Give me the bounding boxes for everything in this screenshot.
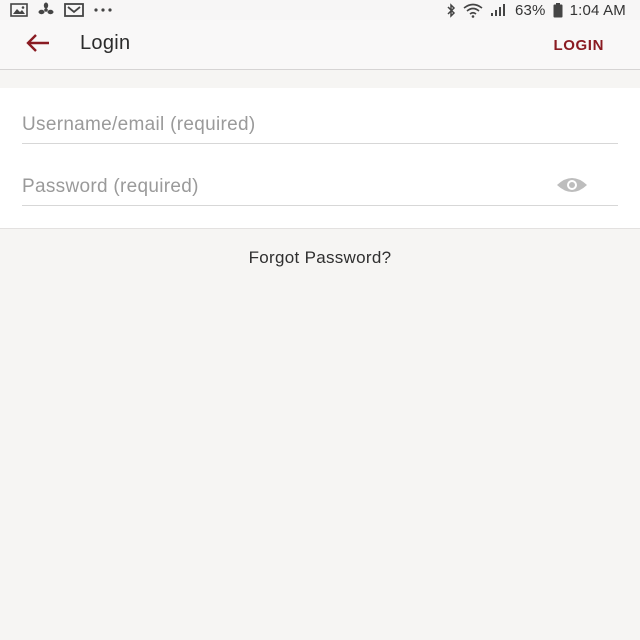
more-dots-icon [93,7,113,13]
page-title: Login [80,32,131,54]
status-time: 1:04 AM [569,1,626,19]
mail-icon [64,3,84,17]
password-field-container [22,170,618,206]
signal-icon [490,3,508,17]
username-field-container [22,108,618,144]
status-bar-right: 63% 1:04 AM [446,2,640,19]
login-form [0,88,640,229]
forgot-password-link[interactable]: Forgot Password? [249,248,392,267]
bluetooth-icon [446,2,456,18]
password-input[interactable] [22,170,542,204]
login-button[interactable]: LOGIN [554,37,605,54]
app-bar: Login LOGIN [0,20,640,70]
forgot-password-container: Forgot Password? [0,248,640,268]
status-bar-left [0,2,113,18]
battery-percent: 63% [514,1,546,19]
status-bar: 63% 1:04 AM [0,0,640,20]
back-arrow-icon [25,33,51,58]
fan-icon [37,2,55,18]
eye-icon [555,176,589,199]
show-password-toggle[interactable] [554,176,590,198]
username-input[interactable] [22,108,542,142]
battery-icon [553,2,563,18]
gallery-icon [10,3,28,17]
back-button[interactable] [22,33,54,57]
wifi-icon [463,3,483,18]
